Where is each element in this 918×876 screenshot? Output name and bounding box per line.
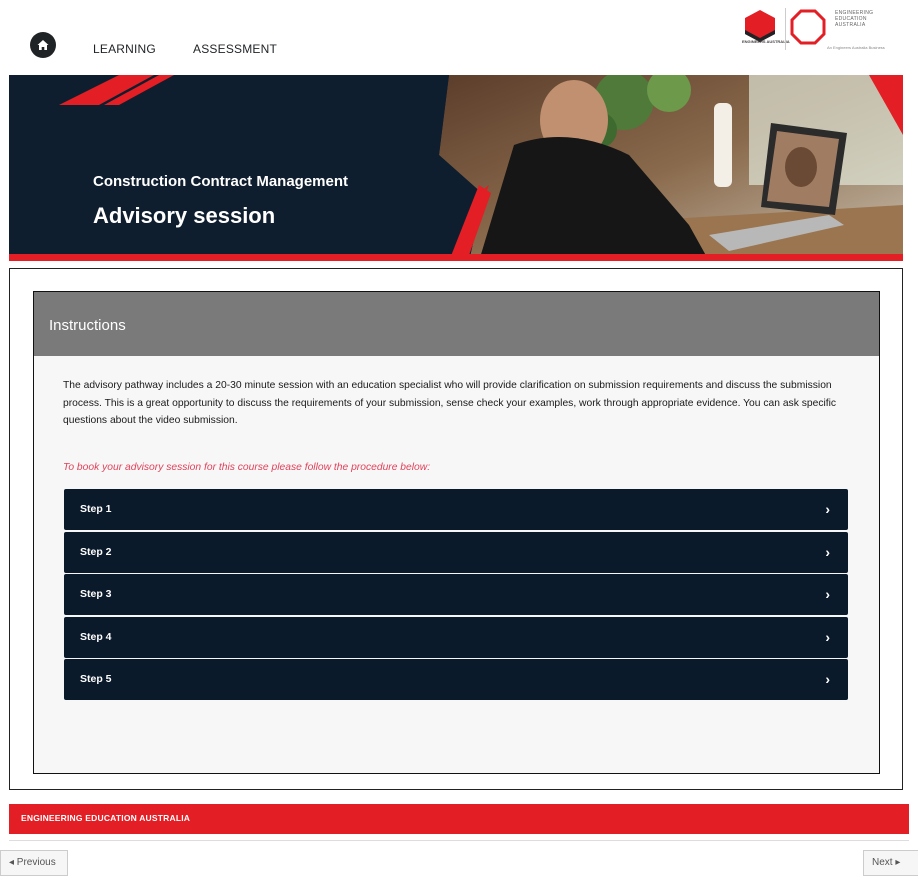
nav-assessment-link[interactable]: ASSESSMENT [193,42,277,56]
accordion-step-1[interactable]: Step 1 › [64,489,848,530]
engineers-australia-logo [745,10,775,42]
accordion-step-4[interactable]: Step 4 › [64,616,848,658]
eea-tagline: An Engineers Australia Business [827,45,885,50]
home-icon [37,40,49,50]
steps-accordion: Step 1 › Step 2 › Step 3 › Step 4 › Step… [64,489,848,702]
accordion-step-3[interactable]: Step 3 › [64,574,848,616]
course-name: Construction Contract Management [93,173,349,190]
nav-learning-link[interactable]: LEARNING [93,42,156,56]
eea-line-3: AUSTRALIA [835,22,866,28]
top-navigation: LEARNING ASSESSMENT ENGINEERS AUSTRALIA … [0,0,918,72]
step-label: Step 3 [80,588,112,601]
accordion-step-5[interactable]: Step 5 › [64,659,848,701]
chevron-right-icon: › [825,586,830,603]
step-label: Step 1 [80,503,112,515]
banner-accent-bar [9,254,903,261]
step-label: Step 4 [80,630,112,643]
chevron-right-icon: › [825,543,830,560]
logo-divider [785,8,786,50]
chevron-right-icon: › [825,671,830,688]
instructions-header: Instructions [34,292,879,356]
course-banner: Construction Contract Management Advisor… [9,75,903,261]
instructions-body: The advisory pathway includes a 20-30 mi… [63,380,837,426]
instructions-panel: Instructions The advisory pathway includ… [33,291,880,774]
eea-logo [790,9,826,45]
chevron-right-icon: › [825,628,830,645]
eea-logo-text: ENGINEERING EDUCATION AUSTRALIA [835,10,873,28]
booking-note: To book your advisory session for this c… [63,462,431,473]
footer-divider [9,840,909,841]
ea-logo-text: ENGINEERS AUSTRALIA [742,39,790,44]
page-title: Advisory session [93,203,276,228]
instructions-heading: Instructions [49,317,126,334]
footer-bar: ENGINEERING EDUCATION AUSTRALIA [9,804,909,834]
accordion-step-2[interactable]: Step 2 › [64,531,848,573]
next-button[interactable]: Next ▸ [863,850,918,876]
previous-button[interactable]: ◂ Previous [0,850,68,876]
home-button[interactable] [30,32,56,58]
step-label: Step 2 [80,545,112,558]
partner-logos: ENGINEERS AUSTRALIA ENGINEERING EDUCATIO… [735,4,895,52]
banner-photo [9,75,903,261]
step-label: Step 5 [80,673,112,686]
chevron-right-icon: › [825,501,830,517]
footer-org-name: ENGINEERING EDUCATION AUSTRALIA [21,813,191,823]
